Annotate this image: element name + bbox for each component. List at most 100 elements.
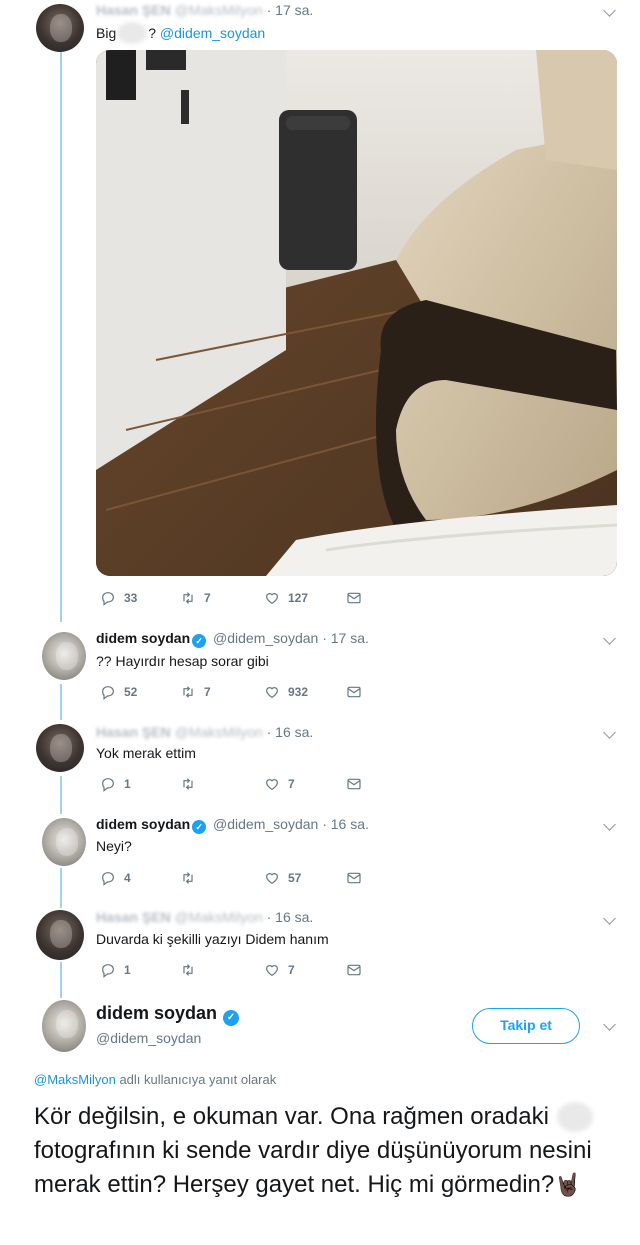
chevron-down-icon[interactable] bbox=[603, 726, 616, 739]
reply-count: 1 bbox=[124, 963, 131, 977]
like-count: 7 bbox=[288, 777, 295, 791]
chevron-down-icon[interactable] bbox=[603, 912, 616, 925]
tweet-text: ?? Hayırdır hesap sorar gibi bbox=[96, 653, 269, 669]
author-name[interactable]: Hasan ŞEN bbox=[96, 909, 171, 925]
like-button[interactable]: 7 bbox=[264, 962, 295, 978]
retweet-button[interactable] bbox=[180, 962, 204, 978]
rock-hand-emoji-icon: 🤘🏿 bbox=[554, 1172, 582, 1197]
tweet-time[interactable]: 17 sa. bbox=[275, 2, 313, 18]
like-icon bbox=[266, 873, 278, 885]
author-name[interactable]: Hasan ŞEN bbox=[96, 724, 171, 740]
chevron-down-icon[interactable] bbox=[603, 4, 616, 17]
tweet-header: didem soydan ✓ @didem_soydan · 16 sa. bbox=[96, 816, 369, 834]
reply-button[interactable]: 52 bbox=[100, 684, 137, 700]
like-button[interactable]: 127 bbox=[264, 590, 308, 606]
retweet-button[interactable]: 7 bbox=[180, 590, 211, 606]
avatar[interactable] bbox=[36, 724, 84, 772]
main-avatar[interactable] bbox=[42, 1000, 86, 1052]
verified-badge-icon: ✓ bbox=[192, 820, 207, 834]
retweet-icon bbox=[183, 778, 193, 790]
retweet-count: 7 bbox=[204, 685, 211, 699]
like-icon bbox=[266, 779, 278, 791]
direct-message-icon bbox=[347, 778, 361, 790]
follow-button[interactable]: Takip et bbox=[472, 1008, 580, 1044]
reply-icon bbox=[102, 592, 114, 606]
mention-link[interactable]: @didem_soydan bbox=[160, 25, 265, 41]
retweet-button[interactable] bbox=[180, 870, 204, 886]
chevron-down-icon[interactable] bbox=[603, 632, 616, 645]
tweet-header: didem soydan ✓ @didem_soydan · 17 sa. bbox=[96, 630, 369, 648]
avatar[interactable] bbox=[36, 4, 84, 52]
reply-button[interactable]: 1 bbox=[100, 776, 131, 792]
reply-context: @MaksMilyon adlı kullanıcıya yanıt olara… bbox=[34, 1072, 277, 1087]
avatar[interactable] bbox=[36, 910, 84, 960]
direct-message-icon bbox=[347, 872, 361, 884]
direct-message-icon bbox=[347, 592, 361, 604]
reply-count: 1 bbox=[124, 777, 131, 791]
tweet[interactable]: didem soydan ✓ @didem_soydan · 17 sa. ?? … bbox=[0, 626, 640, 716]
reply-button[interactable]: 1 bbox=[100, 962, 131, 978]
retweet-button[interactable]: 7 bbox=[180, 684, 211, 700]
like-count: 7 bbox=[288, 963, 295, 977]
dm-button[interactable] bbox=[346, 684, 362, 700]
author-name[interactable]: didem soydan bbox=[96, 630, 190, 646]
dm-button[interactable] bbox=[346, 962, 362, 978]
chevron-down-icon[interactable] bbox=[603, 1018, 616, 1031]
dm-button[interactable] bbox=[346, 776, 362, 792]
like-icon bbox=[266, 593, 278, 605]
like-button[interactable]: 932 bbox=[264, 684, 308, 700]
retweet-icon bbox=[183, 872, 193, 884]
tweet-text: Neyi? bbox=[96, 838, 132, 854]
author-name[interactable]: Hasan ŞEN bbox=[96, 2, 171, 18]
like-icon bbox=[266, 965, 278, 977]
retweet-icon bbox=[183, 964, 193, 976]
like-button[interactable]: 57 bbox=[264, 870, 301, 886]
room-photo-image bbox=[96, 50, 617, 576]
verified-badge-icon: ✓ bbox=[192, 634, 207, 648]
author-name[interactable]: didem soydan bbox=[96, 816, 190, 832]
like-count: 932 bbox=[288, 685, 309, 699]
author-handle[interactable]: @didem_soydan bbox=[213, 816, 318, 832]
reply-count: 4 bbox=[124, 871, 131, 885]
author-handle[interactable]: @didem_soydan bbox=[213, 630, 318, 646]
like-count: 127 bbox=[288, 591, 309, 605]
avatar[interactable] bbox=[42, 632, 86, 680]
reply-button[interactable]: 4 bbox=[100, 870, 131, 886]
reply-icon bbox=[102, 686, 114, 700]
main-author-handle[interactable]: @didem_soydan bbox=[96, 1030, 201, 1046]
author-handle[interactable]: @MaksMilyon bbox=[175, 724, 263, 740]
reply-button[interactable]: 33 bbox=[100, 590, 137, 606]
main-author-name[interactable]: didem soydan ✓ bbox=[96, 1003, 242, 1026]
reply-count: 52 bbox=[124, 685, 138, 699]
author-handle[interactable]: @MaksMilyon bbox=[175, 909, 263, 925]
tweet-text: Duvarda ki şekilli yazıyı Didem hanım bbox=[96, 931, 329, 947]
tweet-time[interactable]: 17 sa. bbox=[331, 630, 369, 646]
dm-button[interactable] bbox=[346, 590, 362, 606]
tweet-time[interactable]: 16 sa. bbox=[275, 909, 313, 925]
main-tweet-text: Kör değilsin, e okuman var. Ona rağmen o… bbox=[34, 1100, 614, 1202]
tweet-header: Hasan ŞEN @MaksMilyon · 17 sa. bbox=[96, 2, 314, 18]
reply-mention-link[interactable]: @MaksMilyon bbox=[34, 1072, 116, 1087]
author-handle[interactable]: @MaksMilyon bbox=[175, 2, 263, 18]
tweet-time[interactable]: 16 sa. bbox=[275, 724, 313, 740]
dm-button[interactable] bbox=[346, 870, 362, 886]
tweet[interactable]: Hasan ŞEN @MaksMilyon · 16 sa. Yok merak… bbox=[0, 720, 640, 810]
retweet-count: 7 bbox=[204, 591, 211, 605]
retweet-button[interactable] bbox=[180, 776, 204, 792]
like-count: 57 bbox=[288, 871, 302, 885]
censored-blob bbox=[556, 1102, 593, 1132]
like-button[interactable]: 7 bbox=[264, 776, 295, 792]
tweet-text: Yok merak ettim bbox=[96, 745, 196, 761]
tweet-header: Hasan ŞEN @MaksMilyon · 16 sa. bbox=[96, 724, 314, 740]
tweet[interactable]: Hasan ŞEN @MaksMilyon · 17 sa. Big? @did… bbox=[0, 0, 640, 620]
reply-icon bbox=[102, 778, 114, 792]
reply-count: 33 bbox=[124, 591, 138, 605]
verified-badge-icon: ✓ bbox=[223, 1010, 240, 1026]
avatar[interactable] bbox=[42, 818, 86, 866]
tweet-time[interactable]: 16 sa. bbox=[331, 816, 369, 832]
tweet[interactable]: didem soydan ✓ @didem_soydan · 16 sa. Ney… bbox=[0, 812, 640, 904]
tweet-photo[interactable] bbox=[96, 50, 617, 576]
chevron-down-icon[interactable] bbox=[603, 818, 616, 831]
tweet[interactable]: Hasan ŞEN @MaksMilyon · 16 sa. Duvarda k… bbox=[0, 906, 640, 996]
retweet-icon bbox=[183, 686, 193, 698]
